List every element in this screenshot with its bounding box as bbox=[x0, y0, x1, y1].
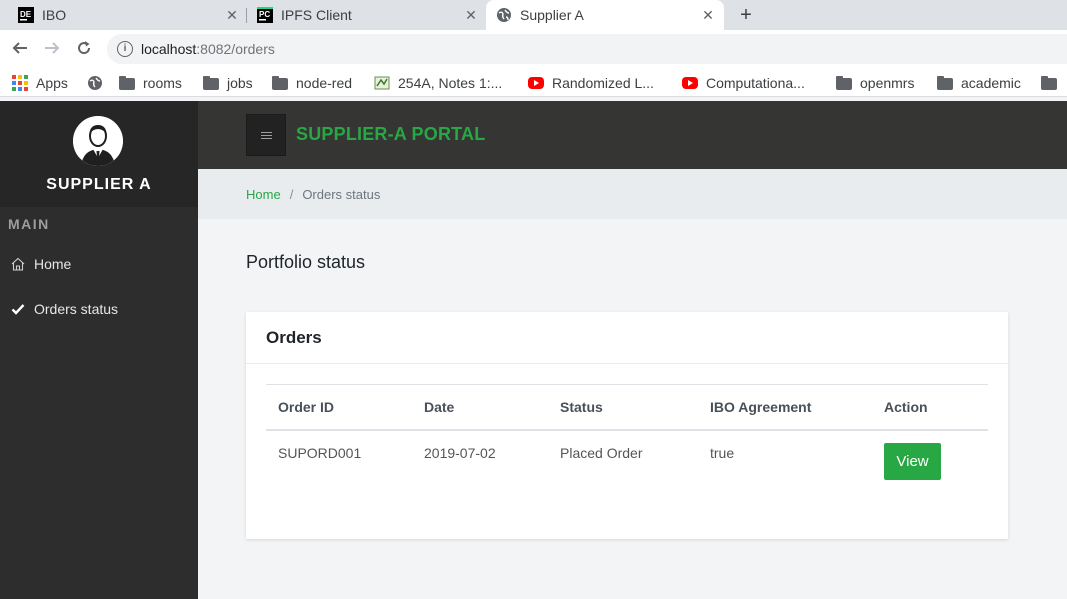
globe-icon bbox=[497, 8, 511, 22]
top-header: SUPPLIER-A PORTAL bbox=[198, 101, 1067, 169]
bookmark-label: Computationa... bbox=[706, 75, 805, 91]
bookmark-label: academic bbox=[961, 75, 1021, 91]
card-title: Orders bbox=[266, 328, 322, 347]
bookmark-node-red[interactable]: node-red bbox=[272, 74, 352, 92]
close-icon[interactable]: ✕ bbox=[700, 7, 716, 24]
folder-icon bbox=[937, 76, 953, 90]
sidebar-item-label: Home bbox=[34, 256, 72, 272]
bookmark-computational[interactable]: Computationa... bbox=[682, 74, 805, 92]
bookmark-randomized[interactable]: Randomized L... bbox=[528, 74, 654, 92]
new-tab-icon[interactable]: + bbox=[736, 4, 756, 26]
bookmarks-bar: Apps rooms jobs node-red 254A, Notes 1:.… bbox=[0, 69, 1067, 97]
bookmark-label: Randomized L... bbox=[552, 75, 654, 91]
folder-icon bbox=[272, 76, 288, 90]
tab-divider bbox=[246, 8, 247, 23]
check-icon bbox=[11, 304, 25, 315]
close-icon[interactable]: ✕ bbox=[224, 7, 240, 24]
cell-status: Placed Order bbox=[560, 445, 643, 461]
bookmark-label: rooms bbox=[143, 75, 182, 91]
forward-arrow-icon[interactable] bbox=[41, 39, 63, 61]
sidebar-item-label: Orders status bbox=[34, 301, 119, 317]
orders-table: Order ID Date Status IBO Agreement Actio… bbox=[266, 384, 988, 485]
bookmark-openmrs[interactable]: openmrs bbox=[836, 74, 914, 92]
pycharm-icon: PC bbox=[257, 7, 273, 23]
folder-icon bbox=[836, 76, 852, 90]
table-header: Order ID Date Status IBO Agreement Actio… bbox=[266, 384, 988, 431]
youtube-icon bbox=[528, 77, 544, 89]
profile-block: SUPPLIER A bbox=[0, 101, 198, 207]
cell-date: 2019-07-02 bbox=[424, 445, 496, 461]
tab-ipfs-client[interactable]: PC IPFS Client ✕ bbox=[257, 0, 479, 30]
url-host: localhost bbox=[141, 41, 197, 57]
folder-icon bbox=[119, 76, 135, 90]
svg-text:DE: DE bbox=[20, 10, 32, 19]
bookmark-label: openmrs bbox=[860, 75, 915, 91]
datagrip-icon: DE bbox=[18, 7, 34, 23]
portal-title: SUPPLIER-A PORTAL bbox=[296, 124, 486, 144]
tab-ibo[interactable]: DE IBO ✕ bbox=[18, 0, 240, 30]
home-icon bbox=[11, 257, 25, 271]
site-icon bbox=[374, 76, 390, 90]
page-title: Portfolio status bbox=[246, 252, 366, 272]
bookmark-label: 254A, Notes 1:... bbox=[398, 75, 503, 91]
cell-order-id: SUPORD001 bbox=[278, 445, 362, 461]
bookmark-overflow[interactable] bbox=[1041, 74, 1065, 92]
sidebar-item-orders-status[interactable]: Orders status bbox=[0, 294, 198, 324]
bookmark-jobs[interactable]: jobs bbox=[203, 74, 253, 92]
profile-name: SUPPLIER A bbox=[46, 176, 152, 193]
bookmark-notes[interactable]: 254A, Notes 1:... bbox=[374, 74, 502, 92]
tab-label: IPFS Client bbox=[281, 7, 352, 23]
view-order-button[interactable]: View bbox=[884, 443, 941, 480]
cell-ibo-agreement: true bbox=[710, 445, 735, 461]
card-header: Orders bbox=[246, 312, 1008, 364]
avatar bbox=[73, 116, 123, 166]
reload-icon[interactable] bbox=[73, 39, 95, 61]
hamburger-menu-icon[interactable] bbox=[246, 114, 286, 156]
close-icon[interactable]: ✕ bbox=[463, 7, 479, 24]
sidebar-section-heading: MAIN bbox=[8, 216, 50, 232]
breadcrumb: Home / Orders status bbox=[198, 169, 1067, 219]
breadcrumb-separator: / bbox=[289, 186, 294, 202]
column-header-status: Status bbox=[560, 399, 603, 415]
orders-card: Orders Order ID Date Status IBO Agreemen… bbox=[246, 312, 1008, 539]
bookmark-academic[interactable]: academic bbox=[937, 74, 1021, 92]
tab-label: IBO bbox=[42, 7, 67, 23]
tab-label: Supplier A bbox=[520, 7, 584, 23]
svg-text:PC: PC bbox=[259, 10, 270, 19]
column-header-date: Date bbox=[424, 399, 455, 415]
table-row: SUPORD001 2019-07-02 Placed Order true V… bbox=[266, 431, 988, 485]
globe-icon bbox=[88, 76, 102, 90]
folder-icon bbox=[203, 76, 219, 90]
bookmark-label: Apps bbox=[36, 75, 68, 91]
sidebar-item-home[interactable]: Home bbox=[0, 249, 198, 279]
url-path: :8082/orders bbox=[196, 41, 275, 57]
info-icon[interactable]: i bbox=[117, 41, 133, 57]
breadcrumb-home-link[interactable]: Home bbox=[246, 187, 281, 202]
youtube-icon bbox=[682, 77, 698, 89]
bookmark-apps[interactable]: Apps bbox=[12, 74, 68, 92]
bookmark-rooms[interactable]: rooms bbox=[119, 74, 182, 92]
address-bar[interactable]: i localhost:8082/orders bbox=[107, 34, 1067, 64]
bookmark-label: node-red bbox=[296, 75, 353, 91]
browser-tab-bar: DE IBO ✕ PC IPFS Client ✕ Supplier A ✕ + bbox=[0, 0, 1067, 30]
column-header-ibo-agreement: IBO Agreement bbox=[710, 399, 812, 415]
folder-icon bbox=[1041, 76, 1057, 90]
bookmark-label: jobs bbox=[227, 75, 253, 91]
sidebar: SUPPLIER A MAIN Home Orders status bbox=[0, 101, 198, 599]
column-header-order-id: Order ID bbox=[278, 399, 335, 415]
column-header-action: Action bbox=[884, 399, 928, 415]
tab-supplier-a[interactable]: Supplier A ✕ bbox=[486, 0, 724, 30]
breadcrumb-current: Orders status bbox=[302, 186, 381, 202]
user-avatar-icon bbox=[73, 116, 123, 166]
back-arrow-icon[interactable] bbox=[9, 39, 31, 61]
apps-grid-icon bbox=[12, 75, 28, 91]
bookmark-globe[interactable] bbox=[87, 74, 111, 92]
browser-toolbar: i localhost:8082/orders bbox=[0, 30, 1067, 69]
